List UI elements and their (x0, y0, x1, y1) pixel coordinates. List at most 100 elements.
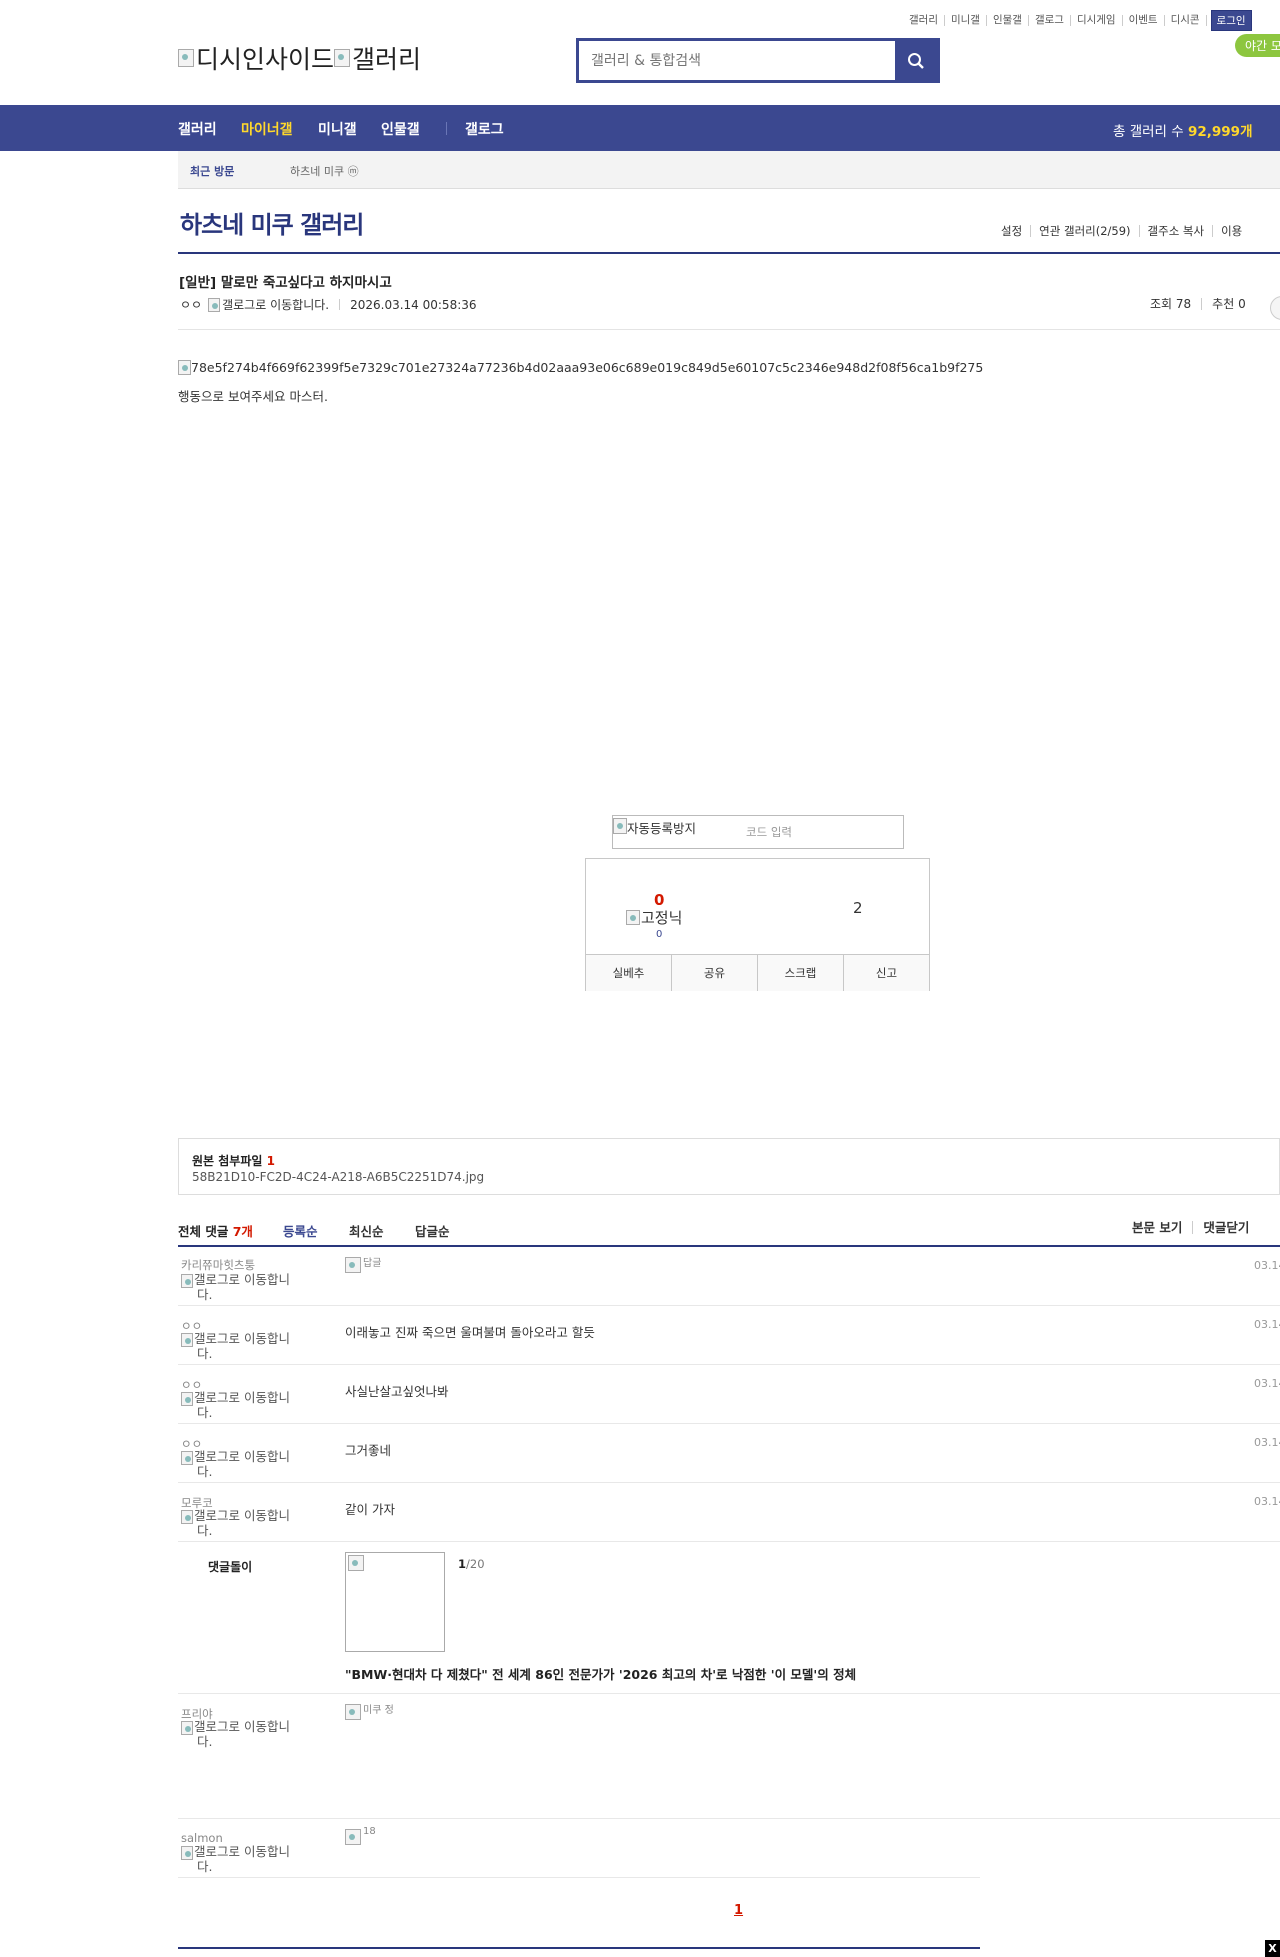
ad-title-link[interactable]: "BMW·현대차 다 제쳤다" 전 세계 86인 전문가가 '2026 최고의 … (345, 1664, 856, 1683)
attachments-box: 원본 첨부파일 1 58B21D10-FC2D-4C24-A218-A6B5C2… (178, 1138, 1280, 1195)
comment-nick[interactable]: salmon (181, 1831, 223, 1845)
captcha-broken-image-icon (613, 818, 627, 834)
gallery-menu-settings[interactable]: 설정 (995, 225, 1030, 237)
report-button[interactable]: 신고 (843, 955, 929, 991)
top-link-gallery[interactable]: 갤러리 (903, 15, 945, 26)
night-mode-button[interactable]: 야간 모 (1235, 34, 1280, 57)
comment-date: 03.14 (1254, 1259, 1280, 1272)
view-post-link[interactable]: 본문 보기 (1122, 1221, 1192, 1234)
writer-divider (339, 299, 341, 310)
recommend-buttons: 실베추 공유 스크랩 신고 (586, 954, 929, 991)
comment-row: 모루코 갤로그로 이동합니다. 같이 가자 03.14 (178, 1483, 1280, 1542)
comment-gallog-link[interactable]: 갤로그로 이동합니 다. (181, 1450, 311, 1478)
recent-visit-item[interactable]: 하츠네 미쿠 ⓜ (290, 163, 359, 179)
comment-date: 03.14 (1254, 1495, 1280, 1508)
comment-gallog-link[interactable]: 갤로그로 이동합니 다. (181, 1273, 311, 1301)
comment-image-alt: 답글 (363, 1258, 382, 1269)
post-body-image: 78e5f274b4f669f62399f5e7329c701e27324a77… (178, 360, 983, 375)
ad-page-total: /20 (466, 1557, 485, 1571)
gallog-text: 갤로그로 이동합니 (194, 1508, 290, 1523)
nav-mini-gallery[interactable]: 미니갤 (318, 119, 357, 139)
recommend-down-count[interactable]: 2 (853, 899, 863, 917)
top-link-persongall[interactable]: 인물갤 (987, 15, 1029, 26)
close-ad-button[interactable]: X (1265, 1940, 1280, 1957)
comment-broken-image-icon (345, 1829, 361, 1845)
gallog-text: 갤로그로 이동합니 (194, 1844, 290, 1859)
nav-gallery[interactable]: 갤러리 (178, 119, 217, 139)
top-link-minigall[interactable]: 미니갤 (945, 15, 987, 26)
fixed-nick-text: 고정닉 (641, 909, 683, 927)
comment-text: 사실난살고싶엇나봐 (345, 1384, 449, 1399)
logo-text-dcinside: 디시인사이드 (196, 45, 335, 74)
sort-replies[interactable]: 답글순 (415, 1221, 450, 1240)
comment-row: ㅇㅇ 갤로그로 이동합니다. 그거좋네 03.14 (178, 1424, 1280, 1483)
comment-gallog-link[interactable]: 갤로그로 이동합니 다. (181, 1509, 311, 1537)
logo-broken-image-icon (178, 49, 194, 67)
nav-gallog[interactable]: 갤로그 (465, 119, 504, 139)
comment-image-alt: 미쿠 정 (363, 1705, 394, 1716)
sort-registered[interactable]: 등록순 (283, 1221, 318, 1240)
best-recommend-button[interactable]: 실베추 (586, 955, 671, 991)
nav-person-gallery[interactable]: 인물갤 (381, 119, 420, 139)
gallery-title[interactable]: 하츠네 미쿠 갤러리 (180, 205, 364, 240)
nav-minor-gallery[interactable]: 마이너갤 (241, 119, 293, 139)
comment-row: 프리야 갤로그로 이동합니 다. 미쿠 정 (178, 1694, 1280, 1819)
gallog-text-2: 다. (197, 1522, 213, 1538)
gallery-menu-copy-url[interactable]: 갤주소 복사 (1138, 225, 1213, 237)
comment-row: salmon 갤로그로 이동합니 다. 18 (178, 1819, 980, 1878)
gallery-count: 총 갤러리 수 92,999개 (1113, 120, 1253, 140)
gallery-menu-usage[interactable]: 이용 (1212, 225, 1250, 237)
comment-row: ㅇㅇ 갤로그로 이동합니 다. 이래놓고 진짜 죽으면 울며불며 돌아오라고 할듯… (178, 1306, 1280, 1365)
search-input[interactable] (579, 41, 895, 80)
post-comment-circle-button[interactable] (1270, 296, 1280, 320)
attachments-title: 원본 첨부파일 1 (192, 1152, 275, 1169)
gallog-broken-image-icon (181, 1720, 193, 1735)
ad-broken-image-icon (348, 1555, 364, 1571)
login-button[interactable]: 로그인 (1210, 10, 1252, 31)
comment-image-alt: 18 (363, 1826, 376, 1837)
comments-bottom-divider (178, 1947, 980, 1949)
post-header-divider (178, 329, 1280, 330)
search-button[interactable] (895, 41, 937, 80)
top-link-dcgame[interactable]: 디시게임 (1071, 15, 1123, 26)
gallog-text: 갤로그로 이동합니 (194, 1272, 290, 1287)
site-logo[interactable]: 디시인사이드 갤러리 (178, 40, 421, 76)
comments-total-count: 7개 (232, 1224, 253, 1239)
close-comments-link[interactable]: 댓글닫기 (1192, 1221, 1259, 1234)
post-body-image-alt: 78e5f274b4f669f62399f5e7329c701e27324a77… (191, 360, 984, 375)
post-writer-nick[interactable]: ㅇㅇ (180, 296, 202, 313)
gallery-menu-related[interactable]: 연관 갤러리(2/59) (1030, 225, 1138, 237)
top-link-dccon[interactable]: 디시콘 (1165, 15, 1207, 26)
comments-header: 전체 댓글 7개 등록순 최신순 답글순 본문 보기 댓글닫기 (178, 1221, 1280, 1247)
ad-pagination: 1/20 (458, 1557, 485, 1571)
comment-nick[interactable]: 카리쮸마힛츠퉁 (181, 1257, 255, 1273)
top-link-gallog[interactable]: 갤로그 (1029, 15, 1071, 26)
scrap-button[interactable]: 스크랩 (757, 955, 843, 991)
comment-broken-image-icon (345, 1257, 361, 1273)
gallog-text-2: 다. (197, 1404, 213, 1420)
gallog-broken-image-icon (181, 1509, 193, 1524)
comment-gallog-link[interactable]: 갤로그로 이동합니 다. (181, 1391, 311, 1419)
comment-gallog-link[interactable]: 갤로그로 이동합니 다. (181, 1720, 311, 1748)
gallery-menu: 설정 연관 갤러리(2/59) 갤주소 복사 이용 (995, 225, 1250, 237)
main-nav: 갤러리 마이너갤 미니갤 인물갤 갤로그 총 갤러리 수 92,999개 (0, 105, 1280, 151)
post-gallog-link[interactable]: 갤로그로 이동합니다. (222, 296, 329, 313)
gallog-broken-image-icon (181, 1450, 193, 1465)
comment-gallog-link[interactable]: 갤로그로 이동합니 다. (181, 1332, 311, 1360)
comment-date: 03.14 (1254, 1318, 1280, 1331)
comment-gallog-link[interactable]: 갤로그로 이동합니 다. (181, 1845, 311, 1873)
comment-text: 그거좋네 (345, 1443, 392, 1458)
share-button[interactable]: 공유 (671, 955, 757, 991)
captcha-input[interactable]: 코드 입력 (746, 824, 792, 840)
attachment-file-link[interactable]: 58B21D10-FC2D-4C24-A218-A6B5C2251D74.jpg (192, 1170, 484, 1184)
comment-page-current[interactable]: 1 (734, 1903, 743, 1918)
ad-thumbnail[interactable] (345, 1552, 445, 1652)
comment-bot-ad-row: 댓글돌이 1/20 "BMW·현대차 다 제쳤다" 전 세계 86인 전문가가 … (178, 1542, 1280, 1694)
top-links: 갤러리 미니갤 인물갤 갤로그 디시게임 이벤트 디시콘 로그인 (903, 10, 1252, 31)
gallog-broken-image-icon (181, 1332, 193, 1347)
comment-text: 같이 가자 (345, 1502, 395, 1517)
top-link-event[interactable]: 이벤트 (1123, 15, 1165, 26)
gallog-text: 갤로그로 이동합니 (194, 1390, 290, 1405)
gallog-broken-image-icon (181, 1273, 193, 1288)
sort-latest[interactable]: 최신순 (349, 1221, 384, 1240)
